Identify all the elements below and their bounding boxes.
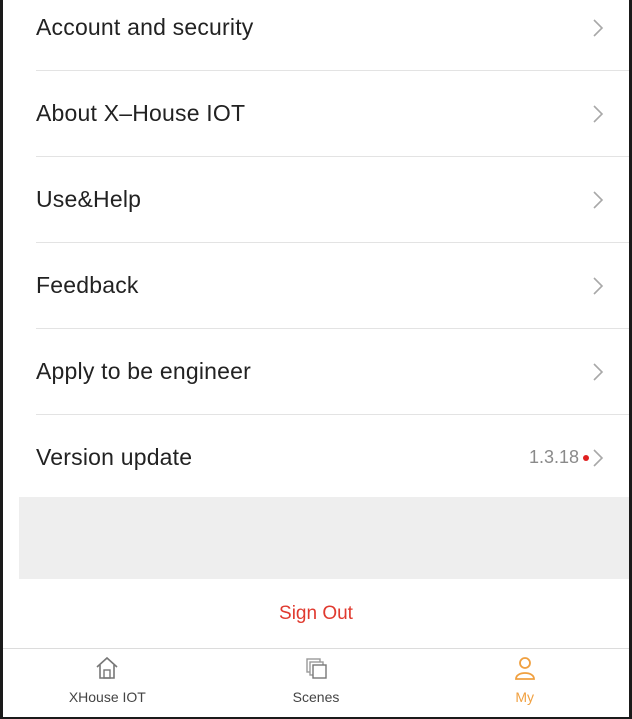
chevron-right-icon <box>591 189 605 211</box>
scenes-icon <box>303 655 329 681</box>
menu-item-version-update[interactable]: Version update 1.3.18 <box>36 415 629 500</box>
sign-out-button[interactable]: Sign Out <box>3 579 629 648</box>
version-number: 1.3.18 <box>528 447 579 467</box>
chevron-right-icon <box>591 447 605 469</box>
menu-item-about[interactable]: About X–House IOT <box>36 71 629 157</box>
menu-item-label: Version update <box>36 444 193 470</box>
chevron-right-icon <box>591 17 605 39</box>
chevron-right-icon <box>591 361 605 383</box>
menu-item-label: About X–House IOT <box>36 100 246 126</box>
menu-item-label: Feedback <box>36 272 139 298</box>
bottom-tab-bar: XHouse IOT Scenes My <box>3 648 629 718</box>
home-icon <box>94 655 120 681</box>
chevron-right-icon <box>591 275 605 297</box>
update-badge <box>583 454 589 461</box>
tab-my[interactable]: My <box>420 649 629 718</box>
menu-item-feedback[interactable]: Feedback <box>36 243 629 329</box>
menu-item-apply-engineer[interactable]: Apply to be engineer <box>36 329 629 415</box>
section-divider <box>19 497 629 579</box>
menu-item-label: Apply to be engineer <box>36 358 251 384</box>
tab-label: XHouse IOT <box>68 689 146 705</box>
app-screen: Account and security About X–House IOT U… <box>0 0 632 719</box>
tab-label: Scenes <box>292 689 340 705</box>
tab-xhouse-iot[interactable]: XHouse IOT <box>3 649 212 718</box>
tab-scenes[interactable]: Scenes <box>212 649 421 718</box>
user-icon <box>512 655 538 681</box>
menu-item-label: Use&Help <box>36 186 142 212</box>
menu-item-use-help[interactable]: Use&Help <box>36 157 629 243</box>
menu-item-account-security[interactable]: Account and security <box>36 0 629 71</box>
chevron-right-icon <box>591 103 605 125</box>
tab-label: My <box>515 689 535 705</box>
menu-item-label: Account and security <box>36 14 254 40</box>
settings-menu: Account and security About X–House IOT U… <box>3 0 629 500</box>
